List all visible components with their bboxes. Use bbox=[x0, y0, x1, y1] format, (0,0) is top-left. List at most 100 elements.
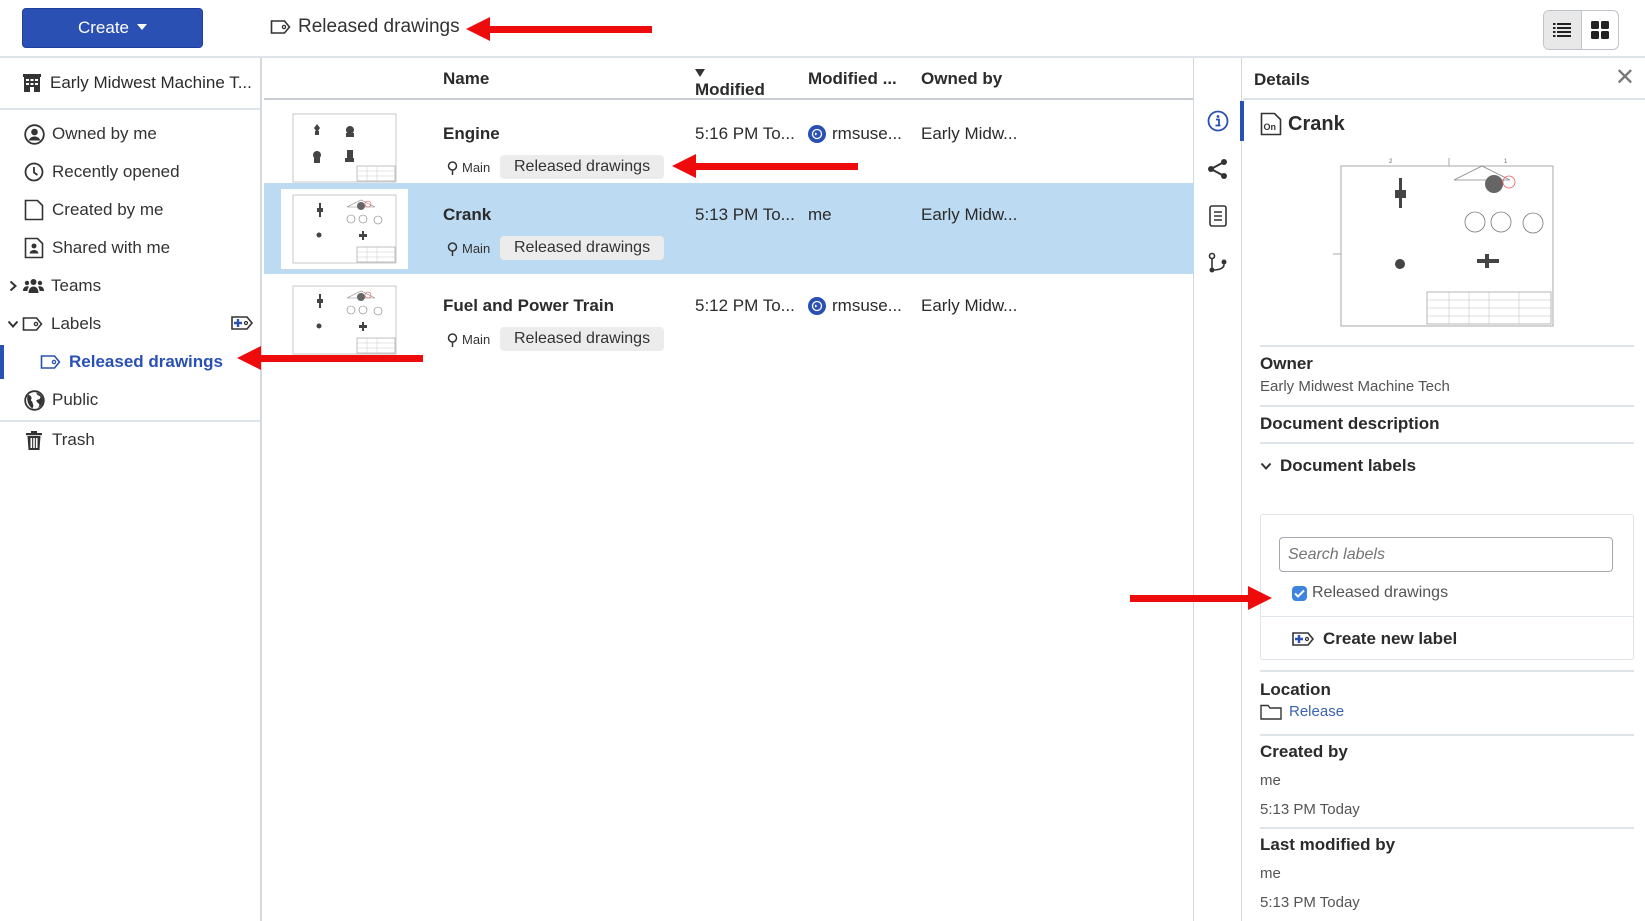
search-labels-input[interactable] bbox=[1279, 537, 1613, 572]
column-header-owned-by[interactable]: Owned by bbox=[921, 69, 1002, 89]
details-title: Details bbox=[1254, 70, 1310, 89]
last-modified-section: Last modified by me 5:13 PM Today bbox=[1260, 835, 1634, 911]
modified-by-name: rmsuse... bbox=[832, 296, 902, 315]
document-title: On Crank bbox=[1260, 112, 1345, 136]
branch-name: Main bbox=[462, 160, 491, 175]
versions-tab[interactable] bbox=[1194, 243, 1242, 283]
sidebar-item-recently-opened[interactable]: Recently opened bbox=[0, 153, 260, 191]
sidebar-item-label: Public bbox=[52, 390, 99, 409]
labels-heading: Document labels bbox=[1280, 456, 1417, 475]
modified-time: 5:12 PM To... bbox=[695, 296, 795, 315]
document-icon bbox=[24, 199, 44, 221]
modified-by: rmsuse... bbox=[808, 124, 902, 144]
sidebar-item-shared-with-me[interactable]: Shared with me bbox=[0, 229, 260, 267]
modified-by: me bbox=[808, 205, 832, 225]
user-circle-icon bbox=[23, 123, 45, 145]
document-list: Name Modified Modified ... Owned by Engi… bbox=[264, 58, 1194, 921]
chevron-right-icon[interactable] bbox=[6, 280, 20, 292]
sidebar-item-label: Teams bbox=[51, 276, 102, 295]
document-name[interactable]: Fuel and Power Train bbox=[443, 296, 614, 316]
description-heading: Document description bbox=[1260, 414, 1440, 433]
breadcrumb: Released drawings bbox=[270, 16, 460, 38]
grid-view-button[interactable] bbox=[1582, 11, 1619, 49]
last-modified-time: 5:13 PM Today bbox=[1260, 894, 1360, 911]
create-button-label: Create bbox=[77, 18, 130, 37]
document-name[interactable]: Crank bbox=[443, 205, 491, 225]
sort-desc-icon bbox=[695, 69, 705, 77]
owner-name: Early Midw... bbox=[921, 205, 1018, 224]
branch-pin-icon bbox=[447, 332, 458, 347]
branch-indicator: Main bbox=[447, 241, 490, 256]
user-avatar-icon bbox=[808, 125, 826, 143]
properties-tab[interactable] bbox=[1194, 196, 1242, 236]
column-header-modified[interactable]: Modified bbox=[695, 69, 765, 99]
list-view-icon bbox=[1553, 23, 1572, 37]
user-avatar-icon bbox=[808, 297, 826, 315]
document-thumbnail bbox=[281, 108, 408, 188]
checkbox-checked-icon[interactable] bbox=[1292, 585, 1307, 601]
create-button[interactable]: Create bbox=[22, 8, 203, 48]
shared-document-icon bbox=[24, 237, 44, 259]
info-tab[interactable] bbox=[1194, 101, 1244, 141]
branch-indicator: Main bbox=[447, 332, 490, 347]
table-row[interactable]: Fuel and Power Train Main Released drawi… bbox=[264, 274, 1194, 365]
sidebar-item-public[interactable]: Public bbox=[0, 381, 260, 419]
owner-heading: Owner bbox=[1260, 354, 1313, 373]
org-name: Early Midwest Machine T... bbox=[50, 73, 252, 92]
owner-name: Early Midw... bbox=[921, 124, 1018, 143]
grid-view-icon bbox=[1590, 21, 1609, 39]
list-view-button[interactable] bbox=[1544, 11, 1582, 49]
table-row[interactable]: Engine Main Released drawings 5:16 PM To… bbox=[264, 102, 1194, 193]
add-label-icon bbox=[231, 316, 254, 330]
branch-name: Main bbox=[462, 332, 491, 347]
label-icon bbox=[270, 20, 291, 34]
close-icon[interactable]: ✕ bbox=[1615, 66, 1635, 90]
share-tab[interactable] bbox=[1194, 149, 1242, 189]
document-thumbnail bbox=[281, 280, 408, 360]
sidebar-item-released-drawings[interactable]: Released drawings bbox=[0, 343, 260, 381]
onshape-document-icon: On bbox=[1260, 112, 1282, 136]
created-by-section: Created by me 5:13 PM Today bbox=[1260, 742, 1634, 818]
sidebar: Early Midwest Machine T... Owned by me R… bbox=[0, 58, 262, 921]
description-section[interactable]: Document description bbox=[1260, 414, 1634, 434]
label-chip[interactable]: Released drawings bbox=[500, 236, 665, 260]
sidebar-item-created-by-me[interactable]: Created by me bbox=[0, 191, 260, 229]
team-icon bbox=[22, 279, 44, 293]
column-header-modified-by[interactable]: Modified ... bbox=[808, 69, 897, 89]
create-new-label-button[interactable]: Create new label bbox=[1261, 616, 1633, 660]
created-time: 5:13 PM Today bbox=[1260, 801, 1360, 818]
caret-down-icon bbox=[137, 23, 148, 30]
branch-indicator: Main bbox=[447, 160, 490, 175]
document-name[interactable]: Engine bbox=[443, 124, 500, 144]
sidebar-item-labels[interactable]: Labels bbox=[0, 305, 260, 343]
globe-icon bbox=[23, 389, 45, 411]
sidebar-item-trash[interactable]: Trash bbox=[0, 421, 260, 459]
location-link[interactable]: Release bbox=[1289, 703, 1344, 720]
sidebar-org[interactable]: Early Midwest Machine T... bbox=[0, 58, 260, 110]
sidebar-item-label: Released drawings bbox=[69, 352, 224, 371]
divider bbox=[1260, 405, 1634, 407]
column-header-name[interactable]: Name bbox=[443, 69, 489, 89]
labels-box: Released drawings Create new label bbox=[1260, 514, 1634, 660]
document-list-icon bbox=[1209, 205, 1227, 227]
branch-name: Main bbox=[462, 241, 491, 256]
labels-section-toggle[interactable]: Document labels bbox=[1260, 456, 1634, 476]
svg-text:2: 2 bbox=[1389, 159, 1393, 165]
modified-by: rmsuse... bbox=[808, 296, 902, 316]
label-option-released-drawings[interactable]: Released drawings bbox=[1292, 584, 1448, 602]
table-row-selected[interactable]: Crank Main Released drawings 5:13 PM To.… bbox=[264, 183, 1194, 274]
sidebar-item-owned-by-me[interactable]: Owned by me bbox=[0, 115, 260, 153]
label-chip[interactable]: Released drawings bbox=[500, 155, 665, 179]
modified-time: 5:16 PM To... bbox=[695, 124, 795, 143]
share-icon bbox=[1208, 159, 1227, 179]
label-chip[interactable]: Released drawings bbox=[500, 327, 665, 351]
created-by-heading: Created by bbox=[1260, 742, 1348, 761]
sidebar-item-teams[interactable]: Teams bbox=[0, 267, 260, 305]
add-label-button[interactable] bbox=[230, 315, 254, 336]
document-preview: 21 bbox=[1329, 154, 1554, 336]
sidebar-item-label: Created by me bbox=[52, 200, 164, 219]
chevron-down-icon[interactable] bbox=[6, 319, 20, 329]
last-modified-by-value: me bbox=[1260, 865, 1281, 882]
folder-icon bbox=[1260, 704, 1282, 720]
location-heading: Location bbox=[1260, 680, 1331, 699]
